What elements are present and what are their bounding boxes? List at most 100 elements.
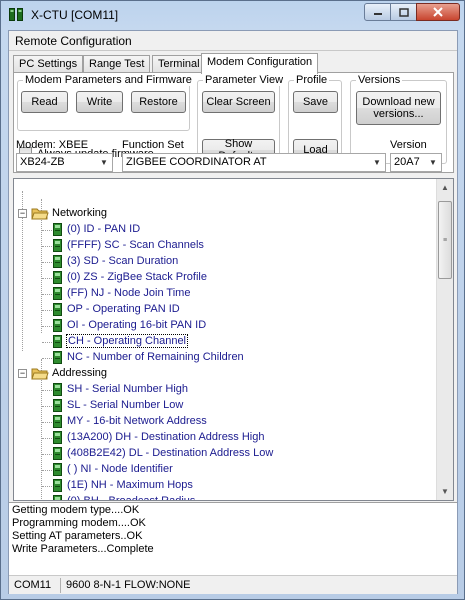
minimize-button[interactable] <box>364 3 391 21</box>
title-bar[interactable]: X-CTU [COM11] <box>1 1 464 29</box>
parameter-chip-icon <box>53 431 62 444</box>
download-versions-button[interactable]: Download new versions... <box>356 91 441 125</box>
tree-item[interactable]: NC - Number of Remaining Children <box>42 350 422 366</box>
parameter-tree[interactable]: − Networking (0) ID - PAN ID (FFFF) SC - … <box>13 178 454 501</box>
folder-open-icon <box>31 368 49 380</box>
tab-terminal[interactable]: Terminal <box>152 55 206 73</box>
tree-item[interactable]: ( ) NI - Node Identifier <box>42 462 422 478</box>
tree-item[interactable]: (408B2E42) DL - Destination Address Low <box>42 446 422 462</box>
tree-item[interactable]: SL - Serial Number Low <box>42 398 422 414</box>
tree-item-label: (1E) NH - Maximum Hops <box>67 479 193 491</box>
scroll-up-icon[interactable]: ▲ <box>437 179 453 196</box>
folder-open-icon <box>31 208 49 220</box>
tree-item[interactable]: (13A200) DH - Destination Address High <box>42 430 422 446</box>
app-icon <box>9 8 23 21</box>
parameter-chip-icon <box>53 319 62 332</box>
tree-item[interactable]: (0) ID - PAN ID <box>42 222 422 238</box>
parameter-chip-icon <box>53 255 62 268</box>
tree-connector <box>42 326 52 327</box>
log-line: Write Parameters...Complete <box>12 543 154 555</box>
tree-connector <box>42 470 52 471</box>
tree-connector <box>42 422 52 423</box>
modem-select[interactable]: XB24-ZB ▼ <box>16 153 113 172</box>
tree-item[interactable]: CH - Operating Channel <box>42 334 422 350</box>
parameter-view-group: Parameter View Clear Screen Show Default… <box>197 74 286 164</box>
tree-item-label: (0) BH - Broadcast Radius <box>67 495 196 501</box>
parameter-chip-icon <box>53 495 62 500</box>
tree-item[interactable]: (0) ZS - ZigBee Stack Profile <box>42 270 422 286</box>
chevron-down-icon: ▼ <box>429 158 437 167</box>
tree-connector <box>42 294 52 295</box>
tree-item[interactable]: OI - Operating 16-bit PAN ID <box>42 318 422 334</box>
tab-strip: PC Settings Range Test Terminal Modem Co… <box>13 53 453 74</box>
tree-item[interactable]: (FF) NJ - Node Join Time <box>42 286 422 302</box>
group-title: Profile <box>294 74 330 86</box>
status-log: Getting modem type....OK Programming mod… <box>9 502 457 575</box>
tab-modem-configuration[interactable]: Modem Configuration <box>201 53 319 74</box>
tree-item-label: SH - Serial Number High <box>67 383 189 395</box>
save-button[interactable]: Save <box>293 91 338 113</box>
tree-item-label: OP - Operating PAN ID <box>67 303 180 315</box>
parameter-chip-icon <box>53 287 62 300</box>
client-area: Remote Configuration PC Settings Range T… <box>8 30 458 594</box>
tree-item[interactable]: SH - Serial Number High <box>42 382 422 398</box>
chevron-down-icon: ▼ <box>100 158 108 167</box>
function-set-select[interactable]: ZIGBEE COORDINATOR AT ▼ <box>122 153 386 172</box>
tree-item-label: MY - 16-bit Network Address <box>67 415 207 427</box>
parameter-chip-icon <box>53 303 62 316</box>
read-button[interactable]: Read <box>21 91 68 113</box>
group-title: Versions <box>356 74 403 86</box>
app-window: X-CTU [COM11] Remote Configuration PC Se… <box>0 0 465 600</box>
tree-item[interactable]: (1E) NH - Maximum Hops <box>42 478 422 494</box>
tree-scrollbar[interactable]: ▲ ≡ ▼ <box>436 179 453 500</box>
parameter-chip-icon <box>53 399 62 412</box>
chevron-down-icon: ▼ <box>373 158 381 167</box>
restore-button[interactable]: Restore <box>131 91 186 113</box>
parameter-chip-icon <box>53 415 62 428</box>
minimize-icon <box>373 13 382 15</box>
tree-connector <box>42 246 52 247</box>
tree-item-label: (FF) NJ - Node Join Time <box>67 287 191 299</box>
tree-item[interactable]: MY - 16-bit Network Address <box>42 414 422 430</box>
collapse-icon[interactable]: − <box>18 209 27 218</box>
maximize-icon <box>398 7 409 17</box>
close-button[interactable] <box>416 3 460 21</box>
versions-group: Versions Download new versions... <box>350 74 447 164</box>
status-bar: COM11 9600 8-N-1 FLOW:NONE <box>9 575 457 594</box>
modem-select-value: XB24-ZB <box>20 156 65 168</box>
tab-range-test[interactable]: Range Test <box>83 55 151 73</box>
tree-category-addressing[interactable]: − Addressing <box>18 366 178 382</box>
clear-screen-button[interactable]: Clear Screen <box>202 91 275 113</box>
status-settings: 9600 8-N-1 FLOW:NONE <box>66 579 191 591</box>
scroll-down-icon[interactable]: ▼ <box>437 483 453 500</box>
tree-category-networking[interactable]: − Networking <box>18 206 178 222</box>
tree-item-label: ( ) NI - Node Identifier <box>67 463 173 475</box>
tree-item[interactable]: OP - Operating PAN ID <box>42 302 422 318</box>
tree-connector <box>42 438 52 439</box>
parameter-chip-icon <box>53 463 62 476</box>
log-line: Setting AT parameters..OK <box>12 530 143 542</box>
tab-pc-settings[interactable]: PC Settings <box>13 55 84 73</box>
version-select[interactable]: 20A7 ▼ <box>390 153 442 172</box>
modem-params-group: Modem Parameters and Firmware Read Write… <box>17 74 194 131</box>
parameter-chip-icon <box>53 223 62 236</box>
tree-item[interactable]: (3) SD - Scan Duration <box>42 254 422 270</box>
close-icon <box>433 7 443 17</box>
collapse-icon[interactable]: − <box>18 369 27 378</box>
tree-item-label: (0) ID - PAN ID <box>67 223 141 235</box>
scrollbar-thumb[interactable]: ≡ <box>438 201 452 279</box>
write-button[interactable]: Write <box>76 91 123 113</box>
tree-item-label: (13A200) DH - Destination Address High <box>67 431 265 443</box>
tree-item-label: (0) ZS - ZigBee Stack Profile <box>67 271 207 283</box>
tree-connector <box>42 358 52 359</box>
tree-item[interactable]: (0) BH - Broadcast Radius <box>42 494 422 501</box>
parameter-chip-icon <box>53 239 62 252</box>
tree-connector <box>42 310 52 311</box>
maximize-button[interactable] <box>390 3 417 21</box>
section-header: Remote Configuration <box>9 31 457 51</box>
tree-category-label: Networking <box>52 207 108 219</box>
function-set-label: Function Set <box>122 139 184 151</box>
tree-connector <box>42 406 52 407</box>
tree-item[interactable]: (FFFF) SC - Scan Channels <box>42 238 422 254</box>
version-label: Version <box>390 139 427 151</box>
